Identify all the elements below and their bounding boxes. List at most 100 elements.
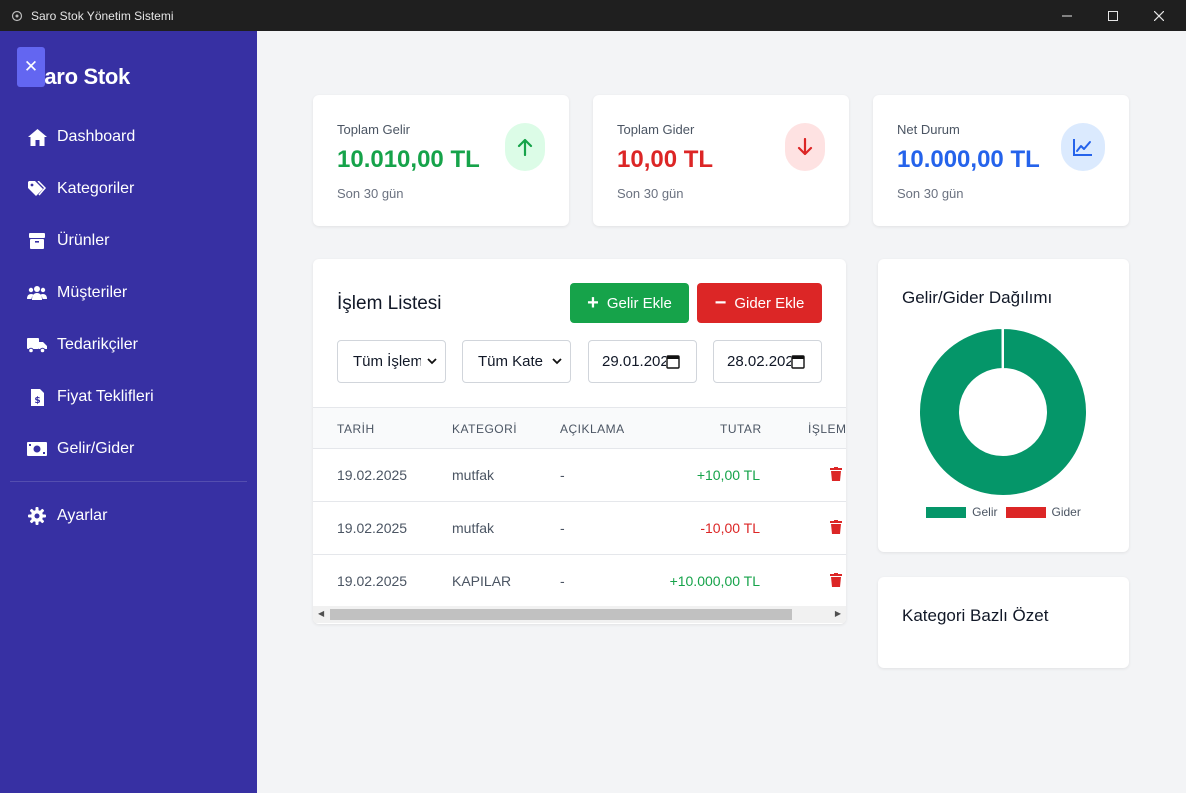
minus-icon: − bbox=[714, 292, 727, 314]
legend-label: Gelir bbox=[972, 505, 998, 519]
box-icon bbox=[27, 231, 47, 251]
home-icon bbox=[27, 127, 47, 147]
maximize-button[interactable] bbox=[1090, 0, 1136, 31]
sidebar-item-gelir-gider[interactable]: Gelir/Gider bbox=[0, 423, 257, 475]
delete-icon[interactable] bbox=[830, 573, 842, 587]
row-date: 19.02.2025 bbox=[337, 520, 408, 536]
column-header-date: TARİH bbox=[337, 422, 375, 436]
arrow-up-icon bbox=[517, 138, 533, 156]
add-income-label: Gelir Ekle bbox=[606, 294, 672, 312]
truck-icon bbox=[27, 335, 47, 355]
sidebar-item-label: Kategoriler bbox=[57, 180, 135, 197]
transaction-list-card: İşlem Listesi + Gelir Ekle − Gider Ekle … bbox=[313, 259, 846, 624]
date-from-input[interactable]: 29.01.2025 bbox=[588, 340, 697, 383]
date-from-value: 29.01.2025 bbox=[602, 353, 666, 370]
sidebar-item-kategoriler[interactable]: Kategoriler bbox=[0, 163, 257, 215]
category-select-value: Tüm Kategoriler bbox=[478, 353, 543, 370]
invoice-icon: $ bbox=[27, 387, 47, 407]
row-date: 19.02.2025 bbox=[337, 467, 408, 483]
app-icon bbox=[11, 10, 23, 21]
row-amount: +10,00 TL bbox=[696, 467, 760, 483]
row-category: mutfak bbox=[452, 520, 495, 536]
transaction-list-title: İşlem Listesi bbox=[337, 293, 442, 314]
row-description: - bbox=[560, 573, 565, 589]
scrollbar-thumb[interactable] bbox=[330, 609, 792, 620]
stat-value: 10,00 TL bbox=[617, 146, 714, 173]
sidebar-item-ayarlar[interactable]: Ayarlar bbox=[0, 490, 257, 542]
sidebar: Saro Stok ✕ Dashboard Kategoriler Ürünle… bbox=[0, 31, 257, 793]
column-header-description: AÇIKLAMA bbox=[560, 422, 625, 436]
sidebar-item-label: Gelir/Gider bbox=[57, 440, 135, 457]
category-select[interactable]: Tüm Kategoriler bbox=[462, 340, 571, 383]
income-badge bbox=[505, 123, 545, 171]
maximize-icon bbox=[1108, 10, 1118, 21]
sidebar-close-button[interactable]: ✕ bbox=[17, 47, 45, 87]
transaction-type-select[interactable]: Tüm İşlemler bbox=[337, 340, 446, 383]
chart-line-icon bbox=[1073, 139, 1092, 156]
expense-badge bbox=[785, 123, 825, 171]
sidebar-item-label: Dashboard bbox=[57, 128, 136, 145]
delete-icon[interactable] bbox=[830, 520, 842, 534]
column-header-amount: TUTAR bbox=[720, 422, 762, 436]
row-category: mutfak bbox=[452, 467, 495, 483]
stat-label: Toplam Gider bbox=[617, 122, 695, 137]
distribution-card: Gelir/Gider Dağılımı Gelir Gider bbox=[878, 259, 1129, 552]
sidebar-item-dashboard[interactable]: Dashboard bbox=[0, 111, 257, 163]
scroll-left-icon[interactable]: ◀ bbox=[318, 609, 324, 618]
add-expense-label: Gider Ekle bbox=[734, 294, 805, 312]
horizontal-scrollbar[interactable]: ◀ ▶ bbox=[313, 606, 846, 623]
sidebar-item-label: Fiyat Teklifleri bbox=[57, 388, 154, 405]
table-row: 19.02.2025 mutfak - +10,00 TL bbox=[313, 449, 846, 502]
minimize-icon bbox=[1062, 15, 1072, 16]
sidebar-item-tedarikciler[interactable]: Tedarikçiler bbox=[0, 319, 257, 371]
date-to-value: 28.02.2025 bbox=[727, 353, 791, 370]
users-icon bbox=[27, 283, 47, 303]
money-icon bbox=[27, 439, 47, 459]
donut-chart bbox=[918, 326, 1088, 497]
row-amount: +10.000,00 TL bbox=[669, 573, 760, 589]
transaction-type-value: Tüm İşlemler bbox=[353, 353, 421, 370]
sidebar-item-label: Müşteriler bbox=[57, 284, 128, 301]
calendar-icon bbox=[666, 355, 680, 369]
row-description: - bbox=[560, 467, 565, 483]
stat-card-total-expense: Toplam Gider 10,00 TL Son 30 gün bbox=[593, 95, 849, 226]
legend-label: Gider bbox=[1051, 505, 1081, 519]
scroll-right-icon[interactable]: ▶ bbox=[835, 609, 841, 618]
sidebar-item-label: Ürünler bbox=[57, 232, 110, 249]
chart-legend: Gelir Gider bbox=[878, 505, 1129, 519]
stat-label: Toplam Gelir bbox=[337, 122, 410, 137]
arrow-down-icon bbox=[797, 138, 813, 156]
legend-item-income[interactable]: Gelir bbox=[926, 505, 998, 519]
stat-subtitle: Son 30 gün bbox=[337, 186, 404, 201]
sidebar-item-fiyat-teklifleri[interactable]: $ Fiyat Teklifleri bbox=[0, 371, 257, 423]
date-to-input[interactable]: 28.02.2025 bbox=[713, 340, 822, 383]
category-summary-title: Kategori Bazlı Özet bbox=[902, 606, 1049, 625]
delete-icon[interactable] bbox=[830, 467, 842, 481]
row-description: - bbox=[560, 520, 565, 536]
sidebar-item-musteriler[interactable]: Müşteriler bbox=[0, 267, 257, 319]
table-row: 19.02.2025 mutfak - -10,00 TL bbox=[313, 502, 846, 555]
row-date: 19.02.2025 bbox=[337, 573, 408, 589]
table-header: TARİH KATEGORİ AÇIKLAMA TUTAR İŞLEMLER bbox=[313, 407, 846, 449]
table-row: 19.02.2025 KAPILAR - +10.000,00 TL bbox=[313, 555, 846, 608]
svg-text:$: $ bbox=[34, 396, 40, 406]
sidebar-nav: Dashboard Kategoriler Ürünler Müşteriler… bbox=[0, 111, 257, 542]
row-amount: -10,00 TL bbox=[700, 520, 760, 536]
legend-swatch bbox=[1005, 506, 1046, 518]
chevron-down-icon bbox=[427, 358, 437, 365]
category-summary-card: Kategori Bazlı Özet bbox=[878, 577, 1129, 668]
stat-subtitle: Son 30 gün bbox=[897, 186, 964, 201]
legend-item-expense[interactable]: Gider bbox=[1005, 505, 1081, 519]
close-window-button[interactable] bbox=[1136, 0, 1182, 31]
add-income-button[interactable]: + Gelir Ekle bbox=[570, 283, 689, 323]
distribution-title: Gelir/Gider Dağılımı bbox=[902, 288, 1053, 307]
donut-slice-expense[interactable] bbox=[1001, 326, 1004, 371]
add-expense-button[interactable]: − Gider Ekle bbox=[697, 283, 822, 323]
column-header-category: KATEGORİ bbox=[452, 422, 518, 436]
sidebar-item-urunler[interactable]: Ürünler bbox=[0, 215, 257, 267]
stat-subtitle: Son 30 gün bbox=[617, 186, 684, 201]
stat-card-total-income: Toplam Gelir 10.010,00 TL Son 30 gün bbox=[313, 95, 569, 226]
window-title: Saro Stok Yönetim Sistemi bbox=[31, 8, 174, 23]
calendar-icon bbox=[791, 355, 805, 369]
minimize-button[interactable] bbox=[1044, 0, 1090, 31]
